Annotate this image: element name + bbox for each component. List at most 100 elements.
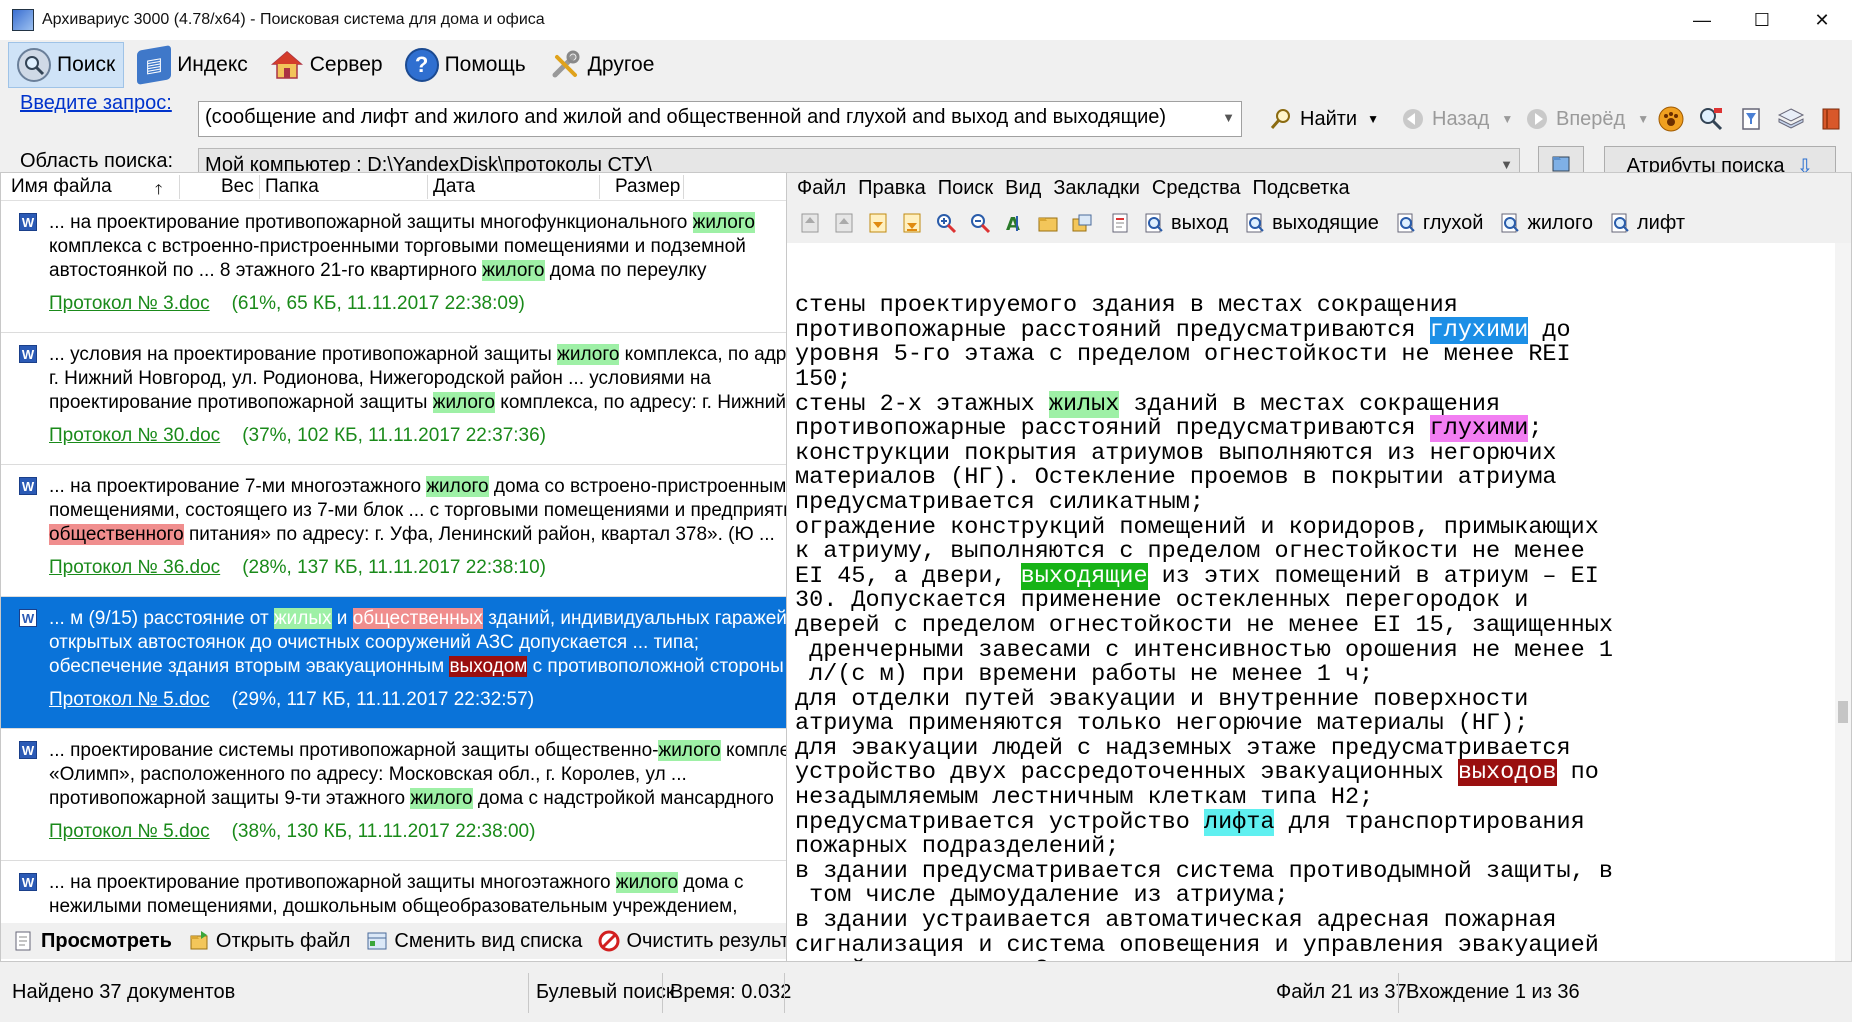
open-folder-icon[interactable] (1035, 210, 1061, 236)
text-segment: к атриуму, выполняются с пределом огнест… (795, 538, 1585, 566)
text-segment: людей при пожаре 3-го типа; (795, 956, 1176, 961)
back-button[interactable]: Назад ▼ (1398, 101, 1513, 137)
zoom-out-icon[interactable] (967, 210, 993, 236)
document-line: л/(с м) при времени работы не менее 1 ч; (795, 662, 1835, 688)
result-meta: (29%, 117 КБ, 11.11.2017 22:32:57) (231, 689, 535, 710)
menu-search-button[interactable]: Поиск (8, 42, 125, 88)
text-segment: проектирование противопожарной защиты (49, 392, 433, 413)
highlight-word-button[interactable]: глухой (1389, 210, 1483, 236)
copy-window-icon[interactable] (1069, 210, 1095, 236)
result-item[interactable]: W ... на проектирование противопожарной з… (1, 861, 889, 923)
document-scroll-thumb[interactable] (1838, 701, 1848, 723)
column-size[interactable]: Размер (615, 176, 680, 198)
word-document-icon: W (19, 345, 37, 363)
highlighted-term: выходящие (1020, 562, 1148, 590)
forward-dropdown-icon[interactable]: ▼ (1637, 112, 1649, 126)
column-weight[interactable]: Вес (221, 176, 254, 198)
document-line: противопожарные расстояний предусматрива… (795, 415, 1835, 443)
viewer-menu-file[interactable]: Файл (797, 177, 846, 200)
close-button[interactable]: ✕ (1792, 0, 1852, 40)
last-hit-icon[interactable] (899, 210, 925, 236)
result-item[interactable]: W ... проектирование системы противопожар… (1, 729, 889, 861)
viewer-menu-search[interactable]: Поиск (938, 177, 993, 200)
result-meta: (37%, 102 КБ, 11.11.2017 22:37:36) (242, 425, 547, 446)
filter-document-icon[interactable] (1734, 102, 1768, 136)
highlighted-term: жилых (273, 608, 332, 629)
zoom-in-icon[interactable] (933, 210, 959, 236)
find-button[interactable]: Найти ▼ (1266, 101, 1379, 137)
column-folder[interactable]: Папка (265, 176, 319, 198)
document-text[interactable]: стены проектируемого здания в местах сок… (787, 243, 1835, 961)
result-file-link[interactable]: Протокол № 30.doc (49, 425, 220, 446)
document-line: 30. Допускается применение остекленных п… (795, 589, 1835, 614)
menu-server-button[interactable]: Сервер (261, 42, 392, 88)
highlight-word-button[interactable]: выходящие (1238, 210, 1379, 236)
prev-hit-icon[interactable] (831, 210, 857, 236)
back-dropdown-icon[interactable]: ▼ (1501, 112, 1513, 126)
font-icon[interactable]: A (1001, 210, 1027, 236)
book-red-icon[interactable] (1814, 102, 1848, 136)
search-settings-icon[interactable] (1694, 102, 1728, 136)
highlight-word-button[interactable]: жилого (1493, 210, 1593, 236)
viewer-menu-highlight[interactable]: Подсветка (1253, 177, 1350, 200)
text-segment: ... на проектирование противопожарной за… (49, 872, 616, 893)
status-search-mode: Булевый поиск (536, 981, 675, 1003)
open-file-button[interactable]: Открыть файл (188, 930, 350, 953)
search-magnifier-icon (17, 48, 51, 82)
view-button[interactable]: Просмотреть (13, 930, 172, 953)
column-date[interactable]: Дата (433, 176, 475, 198)
change-view-button[interactable]: Сменить вид списка (366, 930, 582, 953)
query-label-link[interactable]: Введите запрос: (20, 92, 172, 115)
result-item[interactable]: W ... на проектирование 7-ми многоэтажног… (1, 465, 889, 597)
minimize-button[interactable]: — (1672, 0, 1732, 40)
forward-arrow-icon (1522, 104, 1552, 134)
document-line: предусматривается силикатным; (795, 490, 1835, 516)
result-file-link[interactable]: Протокол № 5.doc (49, 821, 210, 842)
menu-help-button[interactable]: ? Помощь (396, 42, 535, 88)
highlight-word-button[interactable]: выход (1137, 210, 1228, 236)
maximize-button[interactable]: ☐ (1732, 0, 1792, 40)
next-hit-icon[interactable] (865, 210, 891, 236)
paw-icon[interactable] (1654, 102, 1688, 136)
viewer-menu-bookmarks[interactable]: Закладки (1053, 177, 1140, 200)
text-segment: стены 2-х этажных (795, 390, 1049, 418)
find-label: Найти (1300, 107, 1358, 130)
forward-button[interactable]: Вперёд ▼ (1522, 101, 1649, 137)
chevron-down-icon[interactable]: ▼ (1222, 110, 1235, 125)
highlighted-term: жилых (1048, 390, 1120, 418)
find-dropdown-icon[interactable]: ▼ (1367, 112, 1379, 126)
result-file-link[interactable]: Протокол № 36.doc (49, 557, 220, 578)
query-input[interactable]: (сообщение and лифт and жилого and жилой… (198, 101, 1242, 137)
document-line: незадымляемым лестничным клеткам типа Н2… (795, 785, 1835, 811)
text-segment: из этих помещений в атриум – EI (1147, 562, 1599, 590)
viewer-toolbar: A выход выходящие глухой жилого лифт (787, 203, 1851, 243)
scope-chevron-down-icon[interactable]: ▼ (1500, 157, 1513, 172)
text-segment: конструкции покрытия атриумов выполняютс… (795, 439, 1557, 467)
results-list[interactable]: W ... на проектирование противопожарной з… (1, 201, 889, 923)
text-segment: 30. Допускается применение остекленных п… (795, 587, 1529, 615)
text-segment: для эвакуации людей с надземных этаже пр… (795, 734, 1571, 762)
change-view-label: Сменить вид списка (394, 929, 583, 952)
viewer-menu-view[interactable]: Вид (1005, 177, 1041, 200)
menu-index-button[interactable]: ▤ Индекс (128, 42, 257, 88)
results-columns-header: Имя файла 🡑 Вес Папка Дата Размер (1, 173, 907, 201)
menu-other-button[interactable]: Другое (539, 42, 664, 88)
highlight-word-button[interactable]: лифт (1603, 210, 1685, 236)
text-segment: г. Нижний Новгород, ул. Родионова, Нижег… (49, 368, 711, 389)
column-filename[interactable]: Имя файла (11, 176, 112, 198)
layers-icon[interactable] (1774, 102, 1808, 136)
app-logo-icon (12, 9, 34, 31)
export-document-icon[interactable] (1107, 210, 1133, 236)
first-hit-icon[interactable] (797, 210, 823, 236)
highlighted-term: жилого (482, 260, 545, 281)
viewer-menu-tools[interactable]: Средства (1152, 177, 1241, 200)
document-scrollbar[interactable] (1835, 243, 1851, 961)
result-item[interactable]: W ... м (9/15) расстояние от жилых и обще… (1, 597, 889, 729)
result-file-link[interactable]: Протокол № 3.doc (49, 293, 210, 314)
viewer-menu-edit[interactable]: Правка (858, 177, 926, 200)
result-item[interactable]: W ... условия на проектирование противопо… (1, 333, 889, 465)
result-file-link[interactable]: Протокол № 5.doc (49, 689, 210, 710)
result-item[interactable]: W ... на проектирование противопожарной з… (1, 201, 889, 333)
sort-up-arrow-icon: 🡑 (155, 181, 163, 197)
snippet-line: обеспечение здания вторым эвакуационным … (49, 655, 889, 679)
